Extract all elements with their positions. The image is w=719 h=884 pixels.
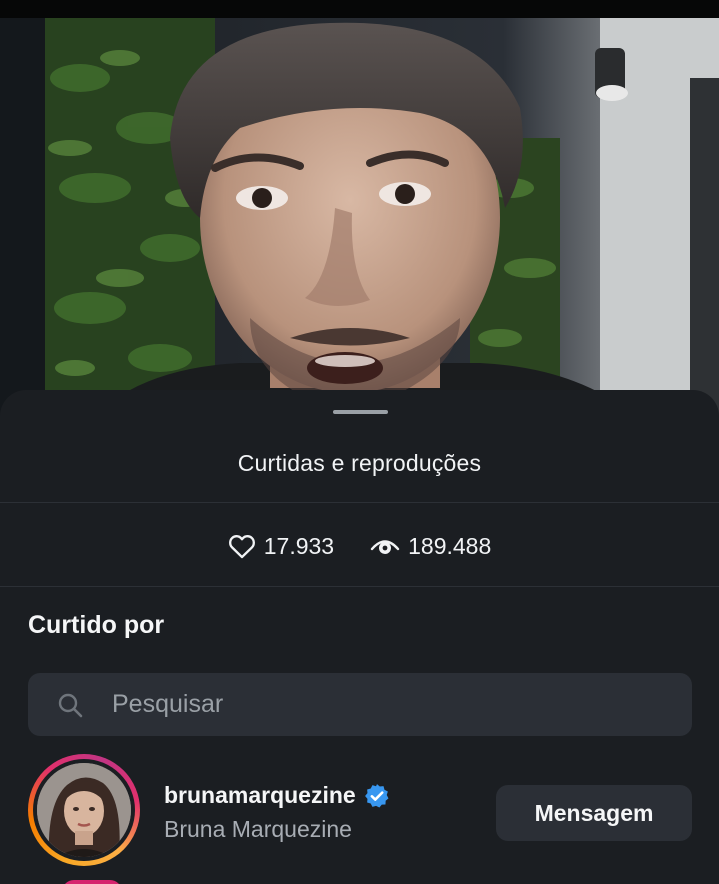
video-frame-image (0, 18, 719, 420)
video-background[interactable] (0, 0, 719, 420)
liker-username[interactable]: brunamarquezine (164, 782, 390, 809)
views-value: 189.488 (408, 532, 492, 559)
divider (0, 586, 719, 587)
search-bar[interactable] (28, 673, 692, 736)
avatar-photo (37, 763, 131, 857)
stats-row: 17.933 189.488 (0, 530, 719, 562)
search-icon (58, 693, 83, 718)
likes-count: 17.933 (228, 533, 334, 560)
screen: Curtidas e reproduções 17.933 189.488 Cu… (0, 0, 719, 884)
eye-icon (370, 540, 400, 554)
heart-icon (228, 535, 255, 559)
divider (0, 502, 719, 503)
liker-full-name: Bruna Marquezine (164, 816, 352, 842)
liked-by-heading: Curtido por (28, 611, 165, 639)
verified-badge-icon (364, 783, 389, 807)
views-count: 189.488 (370, 533, 491, 560)
sheet-title: Curtidas e reproduções (237, 450, 482, 476)
likes-bottom-sheet: Curtidas e reproduções 17.933 189.488 Cu… (0, 390, 719, 884)
liker-row[interactable]: brunamarquezine Bruna Marquezine Mensage… (0, 754, 719, 866)
avatar[interactable] (37, 763, 131, 857)
next-story-ring (62, 880, 122, 884)
message-button[interactable]: Mensagem (496, 785, 692, 841)
sheet-drag-handle[interactable] (333, 410, 388, 414)
likes-value: 17.933 (263, 532, 335, 559)
username-text: brunamarquezine (164, 782, 356, 808)
status-bar (0, 0, 719, 18)
search-input[interactable] (112, 673, 672, 736)
story-ring[interactable] (28, 754, 140, 866)
